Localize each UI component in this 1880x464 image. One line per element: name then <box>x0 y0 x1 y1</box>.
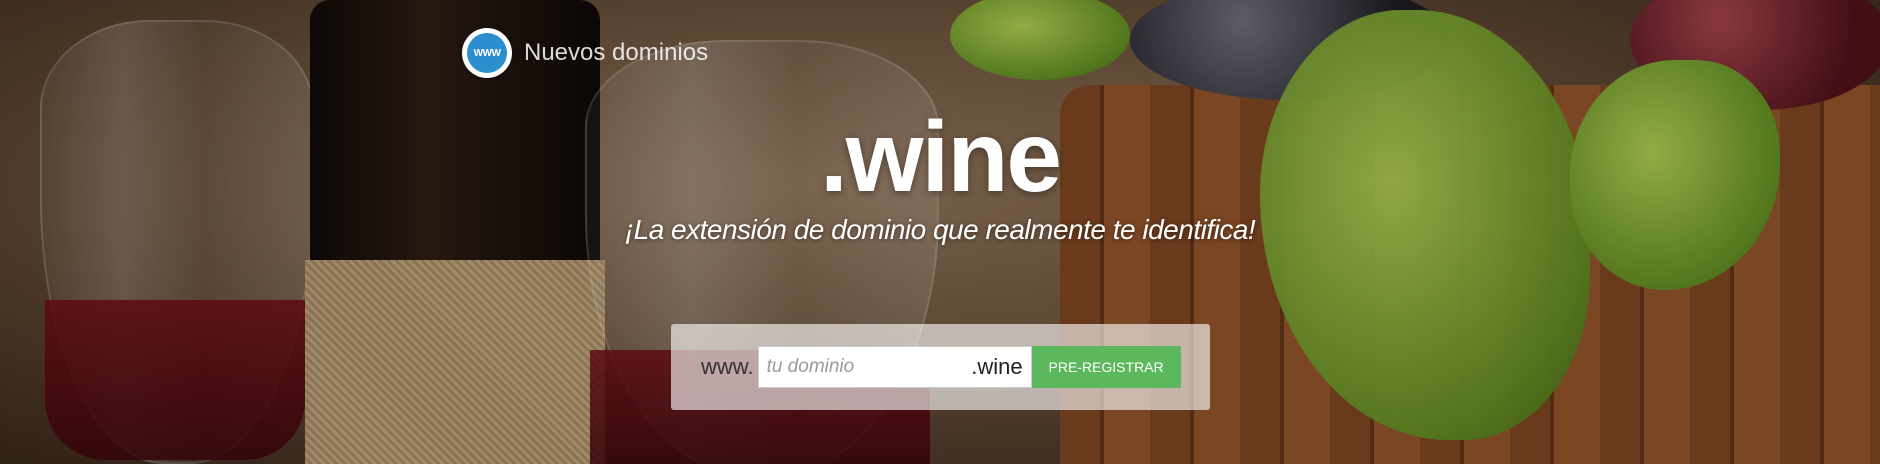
brand-link[interactable]: WWW Nuevos dominios <box>462 28 708 78</box>
brand-name: Nuevos dominios <box>524 39 709 66</box>
domain-input[interactable] <box>758 355 959 379</box>
domain-search-form: www. .wine PRE-REGISTRAR <box>671 324 1210 410</box>
page-subtitle: ¡La extensión de dominio que realmente t… <box>624 214 1256 245</box>
domain-input-wrapper: .wine <box>757 346 1032 388</box>
tld-label: .wine <box>971 354 1023 379</box>
pre-register-button[interactable]: PRE-REGISTRAR <box>1031 346 1181 388</box>
page-title: .wine <box>819 101 1062 213</box>
www-prefix-label: www. <box>701 354 754 379</box>
hero-banner: WWW Nuevos dominios .wine ¡La extensión … <box>0 0 1880 464</box>
www-globe-icon: WWW <box>462 28 512 78</box>
